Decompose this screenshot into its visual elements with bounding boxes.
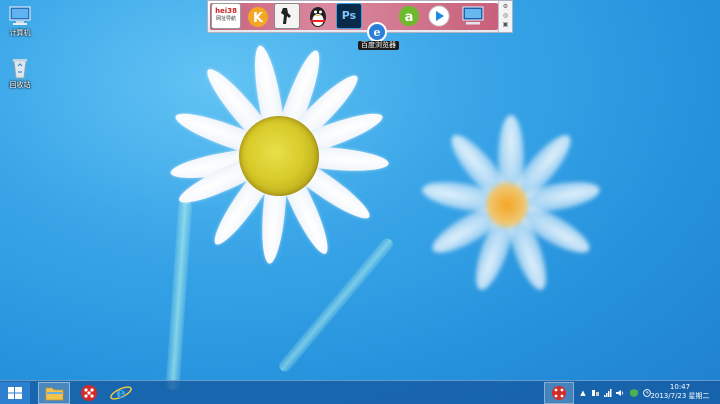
- launcher-app-icon: [81, 385, 97, 401]
- dock-app-aiqiyi[interactable]: a: [396, 3, 422, 29]
- taskbar: e ▲ 10:47 2013/7/23 星期二: [0, 380, 720, 404]
- hei38-logo-icon: hei38: [215, 7, 237, 15]
- folder-icon: [45, 387, 64, 401]
- dock-apps-icon[interactable]: ◎: [502, 12, 509, 19]
- tray-network-icon[interactable]: [592, 389, 600, 397]
- dock-app-kugou[interactable]: K: [245, 3, 271, 29]
- qq-penguin-icon: [310, 7, 326, 27]
- dock-settings-icon[interactable]: ⚙: [502, 3, 509, 10]
- dock-tooltip: 百度浏览器: [358, 41, 399, 50]
- desktop-icon-computer[interactable]: 计算机: [0, 5, 40, 38]
- aiqiyi-icon: a: [399, 6, 419, 26]
- clock-date: 2013/7/23 星期二: [650, 392, 710, 400]
- dock-app-media-player[interactable]: [426, 3, 452, 29]
- tray-app-launcher-icon: [552, 386, 566, 400]
- show-hidden-icons-arrow[interactable]: ▲: [579, 389, 587, 397]
- taskbar-file-explorer[interactable]: [38, 382, 70, 404]
- dock-app-qq[interactable]: [305, 3, 331, 29]
- dock-app-photoshop[interactable]: Ps: [336, 3, 362, 29]
- tray-app-icon[interactable]: [544, 382, 574, 404]
- desktop-wallpaper: 计算机 回收站 hei38 网址导航 K Ps e a ⚙ ◎ ▣ 百度浏览器 …: [0, 0, 720, 404]
- start-button[interactable]: [0, 382, 30, 404]
- taskbar-internet-explorer[interactable]: e: [108, 382, 134, 404]
- daisy-center: [239, 116, 319, 196]
- dock-side-controls: ⚙ ◎ ▣: [498, 1, 512, 32]
- clock-time: 10:47: [669, 383, 691, 391]
- computer-icon: [462, 6, 484, 25]
- counter-strike-icon: [281, 8, 291, 24]
- svg-text:a: a: [405, 10, 414, 25]
- dock-app-counter-strike[interactable]: [274, 3, 300, 29]
- kugou-icon: K: [248, 7, 268, 27]
- computer-icon: [8, 5, 32, 27]
- recycle-bin-icon: [8, 57, 32, 79]
- desktop-icon-recycle-bin[interactable]: 回收站: [0, 57, 40, 90]
- svg-text:K: K: [253, 11, 264, 26]
- windows-logo-icon: [8, 387, 22, 399]
- svg-text:e: e: [116, 384, 126, 402]
- desktop-icon-label: 回收站: [9, 81, 31, 89]
- hei38-sublabel: 网址导航: [215, 16, 236, 22]
- tray-shield-icon[interactable]: [630, 389, 638, 397]
- photoshop-icon: Ps: [341, 9, 357, 22]
- tray-signal-icon[interactable]: [604, 389, 612, 397]
- app-launcher-dock: hei38 网址导航 K Ps e a ⚙ ◎ ▣: [207, 0, 513, 42]
- baidu-browser-icon: e: [367, 22, 387, 42]
- tray-volume-icon[interactable]: [616, 389, 624, 397]
- media-player-icon: [428, 5, 450, 27]
- dock-app-hei38[interactable]: hei38 网址导航: [211, 3, 241, 29]
- daisy-flower: [168, 30, 390, 280]
- dock-lock-icon[interactable]: ▣: [502, 21, 509, 28]
- svg-text:e: e: [374, 26, 381, 39]
- background-flower: [420, 110, 602, 300]
- desktop-icon-label: 计算机: [9, 29, 31, 37]
- taskbar-clock[interactable]: 10:47 2013/7/23 星期二: [648, 383, 712, 401]
- taskbar-app-launcher[interactable]: [76, 382, 102, 404]
- internet-explorer-icon: e: [110, 384, 132, 402]
- dock-app-baidu-browser[interactable]: e: [366, 21, 388, 42]
- dock-app-computer[interactable]: [460, 3, 486, 29]
